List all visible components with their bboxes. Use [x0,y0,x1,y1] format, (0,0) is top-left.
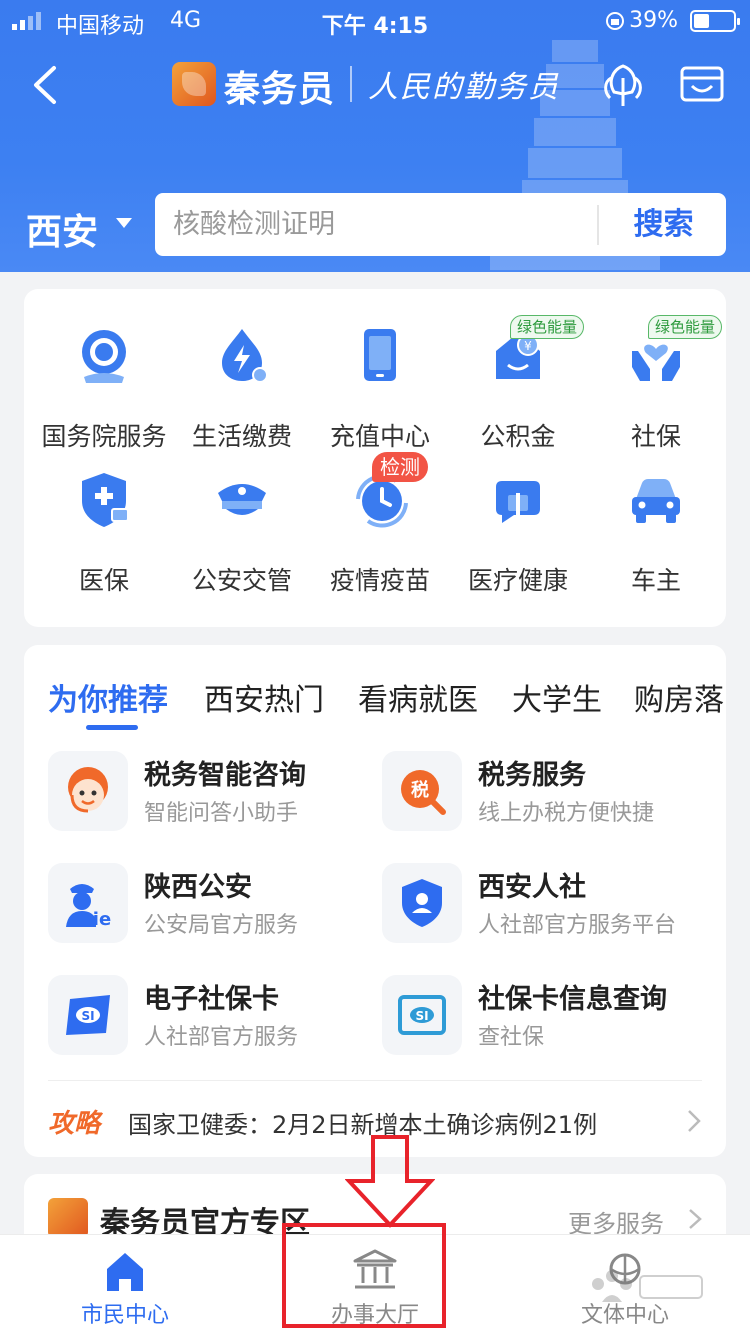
item-subtitle: 公安局官方服务 [144,913,299,938]
item-subtitle: 人社部官方服务平台 [478,913,677,938]
recommend-item-e-si-card[interactable]: SI 电子社保卡 人社部官方服务 [48,975,368,1057]
annotation-highlight-box [282,1223,446,1328]
item-icon-box [48,751,128,831]
battery-level-fill [694,14,709,28]
battery-percent: 39% [629,8,678,33]
tax-assistant-icon [68,767,108,813]
recommend-item-tax-consult[interactable]: 税务智能咨询 智能问答小助手 [48,751,368,833]
service-utility[interactable]: 生活缴费 [172,307,312,451]
phone-recharge-icon [364,329,396,381]
item-subtitle: 智能问答小助手 [144,801,299,826]
item-title: 陕西公安 [144,872,252,903]
svg-text:¥: ¥ [524,339,532,353]
brand-logo [172,62,216,106]
app-header: 中国移动 4G 下午 4:15 39% 秦务员 人民的勤务员 西安 搜索 [0,0,750,272]
battery-icon [690,10,740,32]
medical-chat-icon [496,481,540,523]
search-bar: 搜索 [155,193,726,256]
test-badge: 检测 [372,452,428,482]
baidu-jingyan-watermark [592,1270,703,1302]
svg-text:SI: SI [415,1009,428,1023]
tax-search-icon: 税 [401,770,446,815]
item-title: 税务智能咨询 [144,760,306,791]
recommend-item-tax-service[interactable]: 税 税务服务 线上办税方便快捷 [382,751,702,833]
service-police-traffic[interactable]: 公安交管 [172,451,312,595]
service-label: 生活缴费 [191,422,292,451]
service-label: 社保 [630,422,681,451]
card-wallet-icon[interactable] [680,64,724,104]
divider [48,1080,702,1081]
item-title: 西安人社 [478,872,586,903]
service-car-owner[interactable]: 车主 [586,451,726,595]
brand-name: 秦务员 [224,69,336,110]
medical-insurance-icon [82,473,129,527]
svg-text:SI: SI [81,1009,94,1023]
service-state-council[interactable]: 国务院服务 [34,307,174,451]
service-label: 医疗健康 [467,566,568,595]
city-selector[interactable]: 西安 [26,203,98,255]
tab-house-settle[interactable]: 购房落 [634,675,724,719]
item-icon-box: SI [48,975,128,1055]
item-subtitle: 人社部官方服务 [144,1025,299,1050]
police-cap-icon [218,484,266,515]
tab-for-you[interactable]: 为你推荐 [48,675,168,719]
service-label: 医保 [78,566,129,595]
active-tab-indicator [86,725,138,730]
back-arrow-icon[interactable] [28,62,64,108]
item-subtitle: 查社保 [478,1025,545,1050]
service-medical-insurance[interactable]: 医保 [34,451,174,595]
utility-bill-icon [222,329,268,383]
service-label: 公安交管 [191,566,292,595]
home-icon [107,1253,143,1291]
recommend-item-si-card-query[interactable]: SI 社保卡信息查询 查社保 [382,975,702,1057]
brand-divider [350,66,352,102]
brand-logo [48,1198,88,1238]
rotation-lock-icon [606,12,624,30]
service-label: 国务院服务 [41,422,167,451]
service-recharge[interactable]: 充值中心 [310,307,450,451]
tree-icon[interactable] [598,60,648,110]
item-title: 税务服务 [478,760,586,791]
chevron-right-icon[interactable] [686,1206,704,1232]
si-card-query-icon: SI [398,995,446,1035]
search-button[interactable]: 搜索 [601,193,726,256]
item-icon-box [382,863,462,943]
service-medical-health[interactable]: 医疗健康 [448,451,588,595]
item-title: 电子社保卡 [144,984,279,1015]
service-label: 疫情疫苗 [329,566,430,595]
search-input[interactable] [173,193,593,256]
tab-xian-hot[interactable]: 西安热门 [204,675,324,719]
status-bar: 中国移动 4G 下午 4:15 39% [0,0,750,42]
item-title: 社保卡信息查询 [478,984,667,1015]
nav-label: 市民中心 [80,1303,169,1328]
recommend-item-xian-hr[interactable]: 西安人社 人社部官方服务平台 [382,863,702,945]
item-icon-box: ie [48,863,128,943]
shield-user-icon [402,879,442,927]
item-icon-box: 税 [382,751,462,831]
svg-text:ie: ie [93,909,111,929]
caret-down-icon[interactable] [116,218,132,228]
recommend-card: 为你推荐 西安热门 看病就医 大学生 购房落 税务智能咨询 智能问答小助手 税 [24,645,726,1157]
item-subtitle: 线上办税方便快捷 [478,801,655,826]
tab-students[interactable]: 大学生 [512,675,602,719]
car-icon [632,479,680,523]
nav-citizen-center[interactable]: 市民中心 [0,1235,250,1334]
service-label: 公积金 [480,422,556,451]
search-divider [597,205,599,245]
news-tag: 攻略 [48,1109,101,1139]
svg-text:税: 税 [411,779,429,801]
service-label: 充值中心 [329,422,430,451]
green-energy-badge: 绿色能量 [510,315,585,339]
si-card-icon: SI [66,995,110,1035]
service-label: 车主 [630,566,681,595]
police-officer-icon: ie [66,884,111,929]
recommend-item-shaanxi-police[interactable]: ie 陕西公安 公安局官方服务 [48,863,368,945]
annotation-arrow-icon [345,1135,435,1228]
item-icon-box: SI [382,975,462,1055]
brand-slogan: 人民的勤务员 [368,70,560,105]
green-energy-badge: 绿色能量 [648,315,723,339]
tab-medical[interactable]: 看病就医 [358,675,478,719]
chevron-right-icon[interactable] [684,1107,704,1135]
state-council-icon [82,330,126,383]
